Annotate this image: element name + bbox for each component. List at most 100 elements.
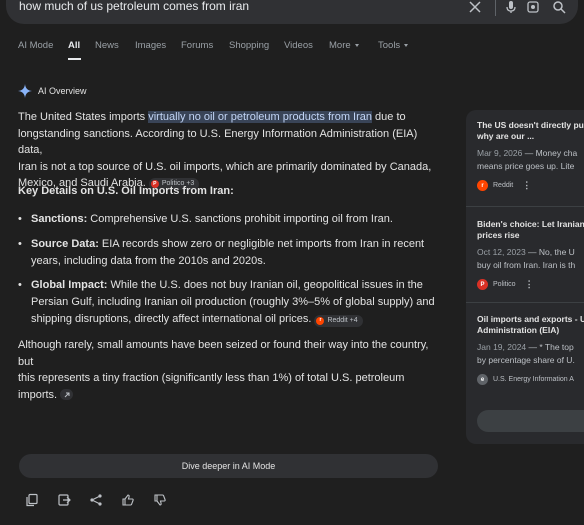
bullet-label: Sanctions: xyxy=(31,213,88,225)
tab-more-label: More xyxy=(329,40,351,51)
chevron-down-icon xyxy=(404,43,409,47)
bullet-text: Sanctions: Comprehensive U.S. sanctions … xyxy=(31,211,438,228)
snippet-line: by percentage share of U. xyxy=(477,355,575,365)
intro-text: The United States imports xyxy=(18,111,149,123)
tab-ai-mode[interactable]: AI Mode xyxy=(18,40,53,51)
list-item: • Sanctions: Comprehensive U.S. sanction… xyxy=(18,211,438,228)
intro-text: due to xyxy=(372,111,406,123)
more-options-icon[interactable]: ⋮ xyxy=(522,180,531,191)
source-chip-reddit[interactable]: r Reddit +4 xyxy=(314,314,363,327)
bullet-label: Source Data: xyxy=(31,238,99,250)
source-attribution: e U.S. Energy Information A xyxy=(477,374,584,385)
clear-icon[interactable] xyxy=(466,0,484,16)
source-snippet: Mar 9, 2026 — Money cha means price goes … xyxy=(477,147,584,173)
snippet-line: — * The top xyxy=(526,342,574,352)
tab-all[interactable]: All xyxy=(68,40,80,51)
source-card[interactable]: The US doesn't directly pu why are our .… xyxy=(477,120,584,191)
bullet-line: shipping disruptions, directly affect in… xyxy=(31,313,312,325)
ai-sparkle-icon xyxy=(18,84,32,98)
reddit-icon: r xyxy=(316,316,325,325)
bullet-label: Global Impact: xyxy=(31,279,108,291)
source-title[interactable]: prices rise xyxy=(477,230,584,241)
search-input[interactable]: how much of us petroleum comes from iran xyxy=(19,0,249,13)
bullet-line: years, including data from the 2010s and… xyxy=(31,255,266,267)
tab-videos[interactable]: Videos xyxy=(284,40,313,51)
list-item: • Source Data: EIA records show zero or … xyxy=(18,236,438,270)
intro-paragraph: The United States imports virtually no o… xyxy=(18,109,438,192)
politico-icon: P xyxy=(477,279,488,290)
link-chip[interactable] xyxy=(60,389,74,400)
reddit-icon: r xyxy=(477,180,488,191)
closing-line: this represents a tiny fraction (signifi… xyxy=(18,372,405,384)
source-attribution: r Reddit ⋮ xyxy=(477,180,584,191)
dive-deeper-button[interactable]: Dive deeper in AI Mode xyxy=(19,454,438,478)
source-date: Jan 19, 2024 xyxy=(477,342,527,352)
closing-line: Although rarely, small amounts have been… xyxy=(18,339,429,368)
source-card[interactable]: Oil imports and exports - U Administrati… xyxy=(477,314,584,385)
ai-overview-header: AI Overview xyxy=(18,82,87,100)
bullet-text: Source Data: EIA records show zero or ne… xyxy=(31,236,438,270)
source-name: U.S. Energy Information A xyxy=(493,376,574,383)
list-item: • Global Impact: While the U.S. does not… xyxy=(18,277,438,328)
tab-tools[interactable]: Tools xyxy=(378,40,409,51)
intro-line: Iran is not a top source of U.S. oil imp… xyxy=(18,160,432,173)
bullet-line: Persian Gulf, including Iranian oil prod… xyxy=(31,296,435,308)
source-title[interactable]: Biden's choice: Let Iranian xyxy=(477,219,584,230)
copy-icon[interactable] xyxy=(25,493,39,507)
eia-icon: e xyxy=(477,374,488,385)
tab-forums[interactable]: Forums xyxy=(181,40,213,51)
more-options-icon[interactable]: ⋮ xyxy=(525,279,534,290)
bullet-text: Global Impact: While the U.S. does not b… xyxy=(31,277,438,328)
source-title[interactable]: Administration (EIA) xyxy=(477,325,584,336)
source-date: Mar 9, 2026 xyxy=(477,148,523,158)
lens-icon[interactable] xyxy=(524,0,542,16)
bullet-line: Comprehensive U.S. sanctions prohibit im… xyxy=(87,213,393,225)
source-snippet: Oct 12, 2023 — No, the U buy oil from Ira… xyxy=(477,246,584,272)
intro-line: longstanding sanctions. According to U.S… xyxy=(18,127,418,157)
bullet-line: While the U.S. does not buy Iranian oil,… xyxy=(107,279,423,291)
chevron-down-icon xyxy=(354,43,359,47)
microphone-icon[interactable] xyxy=(502,0,520,16)
tab-more[interactable]: More xyxy=(329,40,359,51)
source-attribution: P Politico ⋮ xyxy=(477,279,584,290)
chip-label: Reddit +4 xyxy=(327,317,358,324)
source-card[interactable]: Biden's choice: Let Iranian prices rise … xyxy=(477,219,584,290)
card-divider xyxy=(466,206,584,207)
search-bar[interactable]: how much of us petroleum comes from iran xyxy=(6,0,578,24)
tab-shopping[interactable]: Shopping xyxy=(229,40,269,51)
snippet-line: means price goes up. Lite xyxy=(477,161,575,171)
link-icon xyxy=(64,392,70,397)
export-icon[interactable] xyxy=(57,493,71,507)
snippet-line: buy oil from Iran. Iran is th xyxy=(477,260,576,270)
highlighted-answer: virtually no oil or petroleum products f… xyxy=(148,111,372,123)
thumbs-up-icon[interactable] xyxy=(121,493,135,507)
ai-overview-title: AI Overview xyxy=(38,86,87,96)
intro-line: The United States imports virtually no o… xyxy=(18,109,438,126)
card-divider xyxy=(466,302,584,303)
snippet-line: — No, the U xyxy=(525,247,575,257)
search-divider xyxy=(495,0,496,16)
show-all-button[interactable] xyxy=(477,410,584,432)
closing-text: imports. xyxy=(18,388,58,401)
thumbs-down-icon[interactable] xyxy=(153,493,167,507)
source-title[interactable]: The US doesn't directly pu xyxy=(477,120,584,131)
sources-panel: The US doesn't directly pu why are our .… xyxy=(466,110,584,444)
source-title[interactable]: why are our ... xyxy=(477,131,584,142)
closing-paragraph: Although rarely, small amounts have been… xyxy=(18,337,443,403)
tab-news[interactable]: News xyxy=(95,40,119,51)
share-icon[interactable] xyxy=(89,493,103,507)
source-title[interactable]: Oil imports and exports - U xyxy=(477,314,584,325)
closing-line: imports. xyxy=(18,387,443,404)
bullet-dot: • xyxy=(18,279,22,291)
key-details-heading: Key Details on U.S. Oil Imports from Ira… xyxy=(18,185,234,197)
snippet-line: — Money cha xyxy=(522,148,578,158)
bullet-line: EIA records show zero or negligible net … xyxy=(98,238,425,250)
active-tab-indicator xyxy=(68,58,81,60)
source-name: Politico xyxy=(493,281,516,288)
source-name: Reddit xyxy=(493,182,514,189)
tab-tools-label: Tools xyxy=(378,40,401,51)
source-snippet: Jan 19, 2024 — * The top by percentage sh… xyxy=(477,341,584,367)
search-icon[interactable] xyxy=(550,0,568,16)
source-date: Oct 12, 2023 xyxy=(477,247,526,257)
tab-images[interactable]: Images xyxy=(135,40,166,51)
